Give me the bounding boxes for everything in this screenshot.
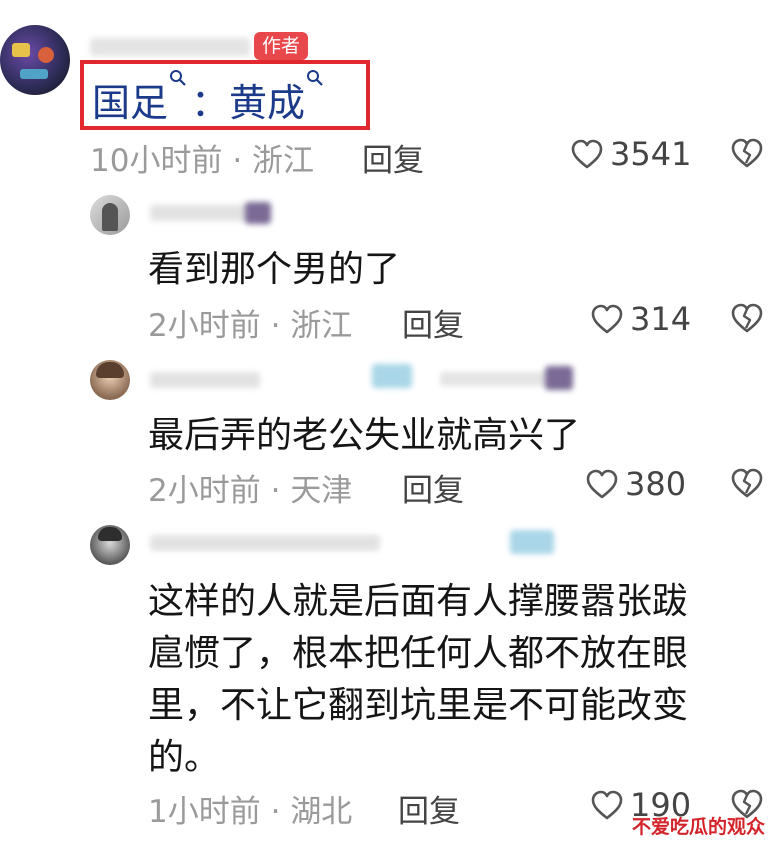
username-blurred[interactable] [150, 205, 250, 221]
heart-icon [591, 790, 623, 820]
comment-text-line: 这样的人就是后面有人撑腰嚣张跋 [148, 581, 689, 622]
heart-icon [586, 469, 618, 499]
like-count: 380 [625, 465, 687, 503]
comment-location: 浙江 [252, 143, 315, 179]
avatar[interactable] [0, 25, 70, 95]
topic-link-guozu[interactable]: 国足 [92, 72, 168, 127]
dislike-button[interactable] [730, 467, 764, 503]
broken-heart-icon [731, 138, 763, 168]
reply-button[interactable]: 回复 [402, 300, 464, 345]
reply-button[interactable]: 回复 [398, 786, 460, 831]
heart-icon [571, 139, 603, 169]
comment-time: 2小时前 [148, 308, 261, 344]
like-button[interactable]: 380 [585, 465, 686, 503]
like-button[interactable]: 3541 [570, 135, 691, 173]
comment-text: 国足 ：黄成 [92, 70, 328, 127]
username-blurred[interactable] [150, 372, 260, 388]
comment-location: 天津 [290, 473, 353, 509]
user-badge-blurred [245, 202, 271, 224]
reply-button[interactable]: 回复 [402, 465, 464, 510]
user-badge-blurred [440, 372, 550, 386]
user-badge-blurred [372, 364, 412, 388]
comment-location: 浙江 [290, 308, 353, 344]
meta-separator: · [232, 143, 243, 179]
dislike-button[interactable] [730, 302, 764, 338]
heart-icon [591, 304, 623, 334]
like-count: 314 [630, 300, 692, 338]
broken-heart-icon [731, 468, 763, 498]
comment-text: 看到那个男的了 [148, 249, 401, 290]
avatar[interactable] [90, 525, 130, 565]
comment-time: 10小时前 [90, 143, 223, 179]
comment-text: 最后弄的老公失业就高兴了 [148, 415, 581, 456]
user-badge-blurred [545, 366, 573, 390]
comment-time: 2小时前 [148, 473, 261, 509]
meta-separator: · [270, 794, 281, 830]
like-count: 3541 [610, 135, 692, 173]
avatar[interactable] [90, 360, 130, 400]
comment-text-line: 里，不让它翻到坑里是不可能改变 [148, 685, 689, 726]
meta-separator: · [270, 473, 281, 509]
like-button[interactable]: 314 [590, 300, 691, 338]
broken-heart-icon [731, 303, 763, 333]
search-icon [306, 68, 324, 92]
comment-meta: 10小时前 · 浙江 [90, 135, 314, 180]
comment-text: 这样的人就是后面有人撑腰嚣张跋 扈惯了，根本把任何人都不放在眼 里，不让它翻到坑… [148, 576, 688, 784]
author-badge: 作者 [254, 32, 309, 60]
dislike-button[interactable] [730, 137, 764, 173]
username-blurred[interactable] [90, 38, 250, 56]
comment-location: 湖北 [290, 794, 353, 830]
comment-meta: 2小时前 · 浙江 [148, 300, 352, 345]
comment-text-line: 的。 [148, 737, 221, 778]
meta-separator: · [270, 308, 281, 344]
search-icon [169, 68, 187, 92]
avatar[interactable] [90, 195, 130, 235]
comment-meta: 2小时前 · 天津 [148, 465, 352, 510]
watermark: 不爱吃瓜的观众 [632, 816, 766, 838]
reply-button[interactable]: 回复 [362, 135, 424, 180]
comment-meta: 1小时前 · 湖北 [148, 786, 352, 831]
username-blurred[interactable] [150, 535, 380, 551]
comment-text-line: 扈惯了，根本把任何人都不放在眼 [148, 633, 689, 674]
user-badge-blurred [510, 530, 554, 554]
comment-time: 1小时前 [148, 794, 261, 830]
topic-link-huangcheng[interactable]: ：黄成 [191, 72, 305, 127]
